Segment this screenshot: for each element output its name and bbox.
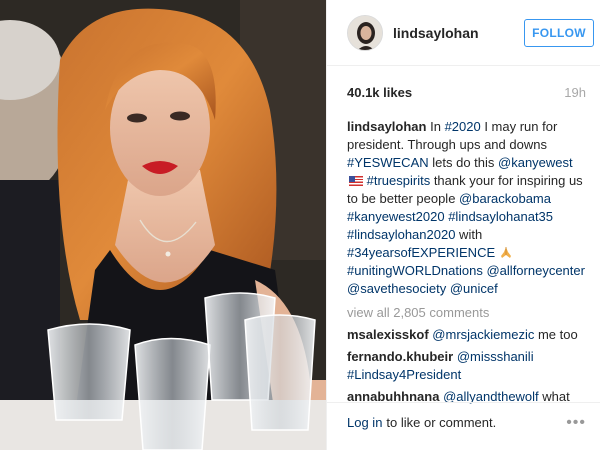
- hashtag-link[interactable]: #YESWECAN: [347, 155, 429, 170]
- post-side-panel: lindsaylohan FOLLOW 40.1k likes 19h lind…: [326, 0, 600, 450]
- hashtag-link[interactable]: #lindsaylohan2020: [347, 227, 455, 242]
- comments-section: lindsaylohan In #2020 I may run for pres…: [327, 118, 600, 406]
- comment-username[interactable]: fernando.khubeir: [347, 349, 453, 364]
- comment-username[interactable]: msalexisskof: [347, 327, 429, 342]
- comment-item: msalexisskof @mrsjackiemezic me too: [347, 326, 586, 344]
- praying-hands-icon: [499, 246, 513, 259]
- post-photo[interactable]: [0, 0, 326, 450]
- hashtag-link[interactable]: #unitingWORLDnations: [347, 263, 483, 278]
- follow-button[interactable]: FOLLOW: [524, 18, 594, 47]
- mention-link[interactable]: @kanyewest: [498, 155, 573, 170]
- mention-link[interactable]: @barackobama: [459, 191, 551, 206]
- hashtag-link[interactable]: #truespirits: [367, 173, 431, 188]
- likes-count[interactable]: 40.1k likes: [347, 85, 412, 100]
- hashtag-link[interactable]: #Lindsay4President: [347, 367, 461, 382]
- mention-link[interactable]: @unicef: [450, 281, 498, 296]
- post-header: lindsaylohan FOLLOW: [327, 0, 600, 66]
- post-footer: Log in to like or comment. •••: [327, 402, 600, 442]
- post-meta: 40.1k likes 19h: [327, 66, 600, 118]
- avatar[interactable]: [347, 14, 383, 51]
- mention-link[interactable]: @allforneycenter: [486, 263, 584, 278]
- mention-link[interactable]: @savethesociety: [347, 281, 446, 296]
- footer-text: to like or comment.: [386, 415, 497, 430]
- caption-text: In: [430, 119, 445, 134]
- hashtag-link[interactable]: #34yearsofEXPERIENCE: [347, 245, 495, 260]
- hashtag-link[interactable]: #kanyewest2020: [347, 209, 445, 224]
- comment-item: fernando.khubeir @missshanili #Lindsay4P…: [347, 348, 586, 384]
- post-time[interactable]: 19h: [564, 85, 586, 100]
- mention-link[interactable]: @mrsjackiemezic: [432, 327, 534, 342]
- login-link[interactable]: Log in: [347, 415, 382, 430]
- comment-text: me too: [534, 327, 578, 342]
- mention-link[interactable]: @missshanili: [457, 349, 534, 364]
- hashtag-link[interactable]: #2020: [445, 119, 481, 134]
- caption-text: with: [455, 227, 483, 242]
- us-flag-icon: [349, 176, 363, 186]
- caption-text: lets do this: [428, 155, 499, 170]
- view-all-comments-link[interactable]: view all 2,805 comments: [347, 304, 586, 322]
- more-options-icon[interactable]: •••: [566, 414, 586, 432]
- caption-username[interactable]: lindsaylohan: [347, 119, 426, 134]
- header-username[interactable]: lindsaylohan: [393, 25, 524, 41]
- caption: lindsaylohan In #2020 I may run for pres…: [347, 118, 586, 298]
- hashtag-link[interactable]: #lindsaylohanat35: [448, 209, 553, 224]
